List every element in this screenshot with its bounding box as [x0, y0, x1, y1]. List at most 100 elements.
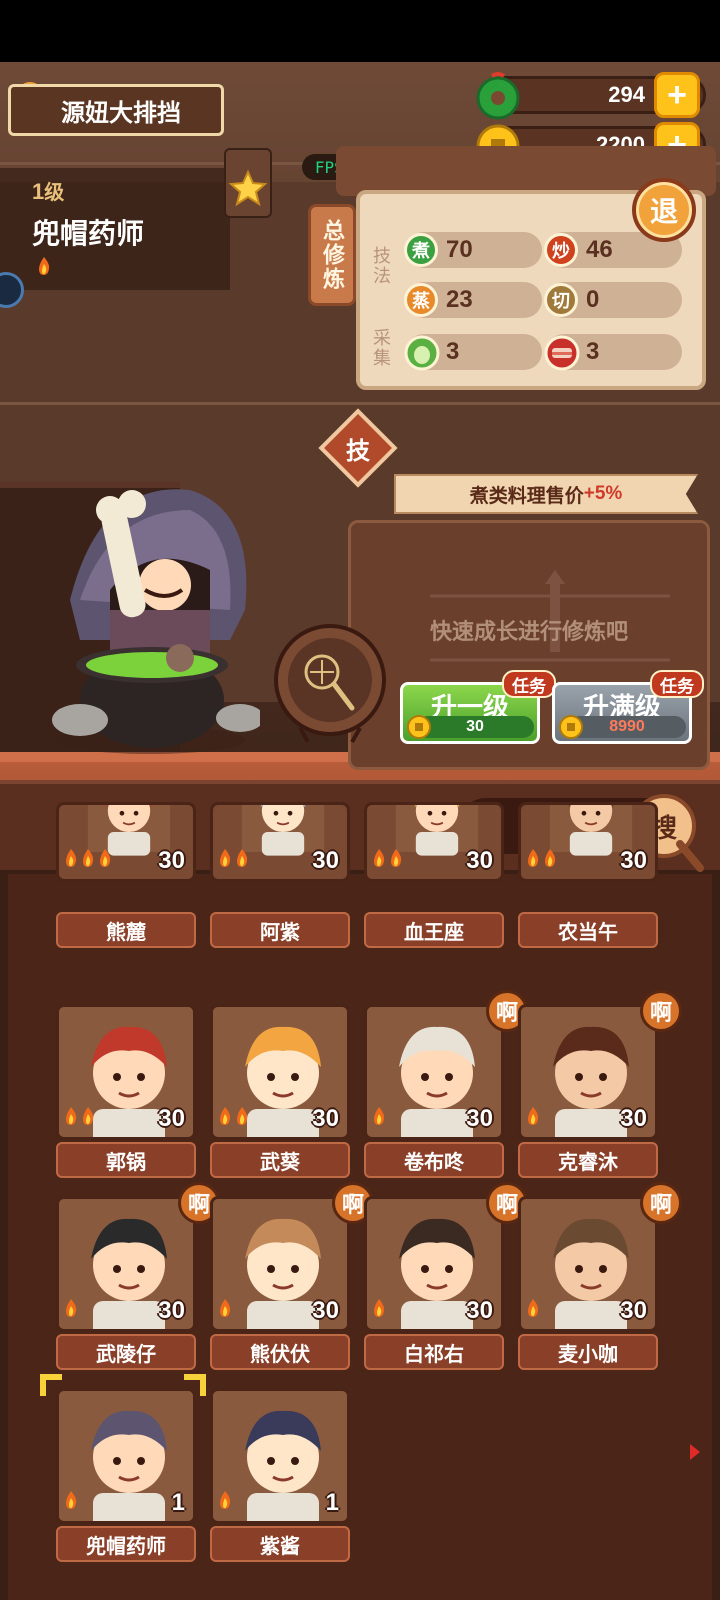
chef-level-value: 30 [466, 1297, 493, 1324]
task-badge: 任务 [502, 670, 556, 698]
chef-rarity-flames [525, 848, 558, 873]
flame-icon [80, 1106, 96, 1131]
flame-icon [217, 1490, 233, 1515]
stat-meat-value: 3 [586, 338, 600, 365]
chef-card[interactable]: 30 [364, 802, 504, 882]
chef-card[interactable]: 30 [56, 1004, 196, 1140]
meat-icon [544, 335, 580, 371]
chef-card[interactable]: 30 [210, 802, 350, 882]
chef-level-value: 30 [466, 1105, 493, 1132]
chef-level: 1级 [32, 176, 64, 205]
chef-card[interactable]: 30 [56, 802, 196, 882]
jade-icon [476, 72, 520, 120]
chef-card[interactable]: 1 [210, 1388, 350, 1524]
flame-icon [525, 1298, 541, 1323]
flame-icon [80, 848, 96, 873]
flame-icon [63, 1490, 79, 1515]
chef-level-value: 30 [158, 1105, 185, 1132]
technique-label: 技法 [371, 246, 391, 286]
flame-icon [371, 848, 387, 873]
magnifier-handle-icon [676, 840, 704, 872]
flame-icon [525, 1106, 541, 1131]
upgrade-max-cost: 8990 [568, 716, 686, 738]
cut-icon: 切 [544, 283, 578, 317]
chef-rarity-flames [371, 1298, 387, 1323]
stat-steam-value: 23 [446, 286, 473, 313]
chef-name[interactable]: 熊麓 [56, 912, 196, 948]
chef-level-value: 30 [158, 1297, 185, 1324]
chef-name[interactable]: 武葵 [210, 1142, 350, 1178]
chef-level-number: 1 [32, 179, 45, 204]
add-jade-button[interactable]: + [654, 72, 700, 118]
total-training-tab[interactable]: 总修炼 [308, 204, 356, 306]
chef-name[interactable]: 熊伏伏 [210, 1334, 350, 1370]
scroll-right-arrow[interactable] [690, 1444, 700, 1460]
chef-level-value: 30 [312, 1105, 339, 1132]
upgrade-one-cost: 30 [416, 716, 534, 738]
chef-name[interactable]: 农当午 [518, 912, 658, 948]
chef-card[interactable]: 30 [518, 1196, 658, 1332]
flame-icon [371, 1298, 387, 1323]
chef-rarity-flames [371, 1106, 387, 1131]
chef-name[interactable]: 卷布咚 [364, 1142, 504, 1178]
star-icon [228, 169, 268, 207]
chef-level-value: 30 [466, 847, 493, 874]
task-badge: 任务 [650, 670, 704, 698]
flame-icon [39, 257, 50, 275]
chef-card[interactable]: 1 [56, 1388, 196, 1524]
coin-icon [407, 715, 431, 739]
upgrade-max-cost-value: 8990 [609, 718, 645, 735]
chef-name[interactable]: 兜帽药师 [56, 1526, 196, 1562]
chef-character-illustration [52, 489, 260, 754]
chef-rarity-flames [63, 848, 113, 873]
chef-level-value: 30 [620, 847, 647, 874]
chef-level-value: 1 [171, 1489, 185, 1516]
chef-name[interactable]: 武陵仔 [56, 1334, 196, 1370]
boil-icon: 煮 [404, 233, 438, 267]
chef-name[interactable]: 紫酱 [210, 1526, 350, 1562]
chef-card[interactable]: 30 [56, 1196, 196, 1332]
chef-name[interactable]: 麦小咖 [518, 1334, 658, 1370]
chef-rarity-flames [217, 1298, 233, 1323]
chef-rarity-flames [371, 848, 404, 873]
flame-icon [234, 848, 250, 873]
chef-rarity-flames [525, 1106, 541, 1131]
selection-corner [184, 1374, 206, 1396]
chef-card[interactable]: 30 [210, 1196, 350, 1332]
shop-name: 源妞大排挡 [61, 99, 181, 127]
steam-icon: 蒸 [404, 283, 438, 317]
flame-icon [371, 1106, 387, 1131]
chef-name[interactable]: 克睿沐 [518, 1142, 658, 1178]
flame-icon [63, 1106, 79, 1131]
wall-trim [0, 402, 720, 405]
chef-card[interactable]: 30 [364, 1004, 504, 1140]
chef-name[interactable]: 阿紫 [210, 912, 350, 948]
chef-name[interactable]: 郭锅 [56, 1142, 196, 1178]
gather-label: 采集 [371, 328, 391, 368]
jade-amount: 294 [608, 82, 645, 107]
net-tool-icon[interactable] [272, 624, 388, 744]
flame-icon [388, 848, 404, 873]
bonus-text: 煮类料理售价 [469, 485, 584, 507]
stat-vegetable-value: 3 [446, 338, 460, 365]
retreat-button[interactable]: 退 [632, 178, 696, 242]
chef-name[interactable]: 白祁右 [364, 1334, 504, 1370]
shop-name-banner[interactable]: 源妞大排挡 [8, 84, 224, 136]
chef-card[interactable]: 30 [518, 802, 658, 882]
skill-button[interactable]: 技 [330, 420, 386, 476]
flame-icon [97, 848, 113, 873]
flame-icon [525, 848, 541, 873]
upgrade-one-cost-value: 30 [466, 718, 484, 735]
favorite-tag[interactable] [224, 148, 272, 218]
chef-rarity-flames [217, 1490, 233, 1515]
chef-card[interactable]: 30 [210, 1004, 350, 1140]
chef-card[interactable]: 30 [364, 1196, 504, 1332]
chef-card[interactable]: 30 [518, 1004, 658, 1140]
chef-level-value: 30 [158, 847, 185, 874]
chef-rarity-flames [217, 848, 250, 873]
chef-level-value: 30 [312, 847, 339, 874]
flame-icon [217, 848, 233, 873]
cabbage-icon [404, 335, 440, 371]
chef-name[interactable]: 血王座 [364, 912, 504, 948]
chef-rarity-flames [525, 1298, 541, 1323]
